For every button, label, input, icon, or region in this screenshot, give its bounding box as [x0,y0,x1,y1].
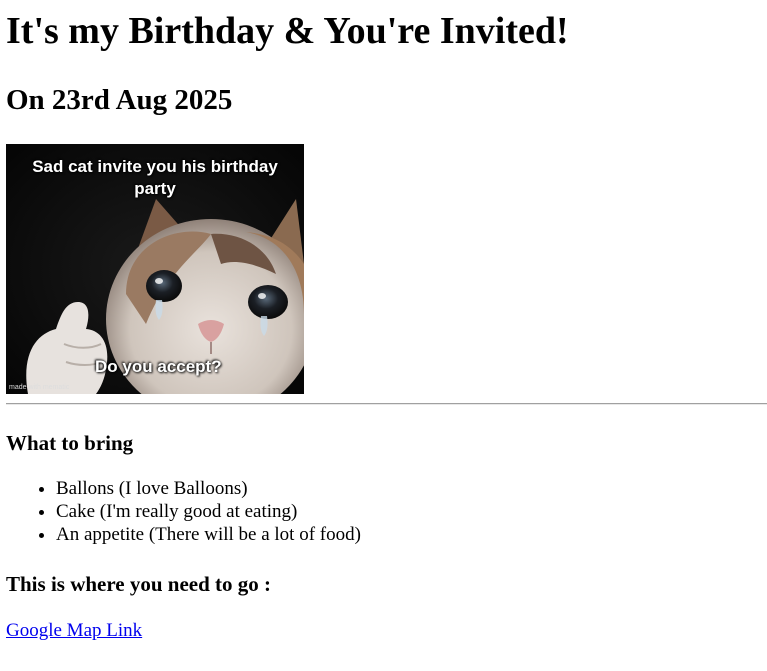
event-date: On 23rd Aug 2025 [6,84,233,116]
meme-bottom-caption: Do you accept? [95,357,222,376]
invitation-image: Sad cat invite you his birthday party Do… [6,144,304,394]
page-title: It's my Birthday & You're Invited! [6,10,569,52]
directions-heading: This is where you need to go : [6,572,272,596]
bring-list: Ballons (I love Balloons) Cake (I'm real… [6,477,759,546]
list-item: An appetite (There will be a lot of food… [56,523,759,546]
page: It's my Birthday & You're Invited! On 23… [0,9,767,642]
meme-top-caption: Sad cat invite you his birthday party [32,157,278,198]
bring-heading: What to bring [6,431,134,455]
meme-watermark: made with mematic [9,384,70,391]
list-item: Ballons (I love Balloons) [56,477,759,500]
list-item: Cake (I'm really good at eating) [56,500,759,523]
map-link-container: Google Map Link [6,619,759,642]
google-map-link[interactable]: Google Map Link [6,620,142,641]
divider [6,403,767,405]
